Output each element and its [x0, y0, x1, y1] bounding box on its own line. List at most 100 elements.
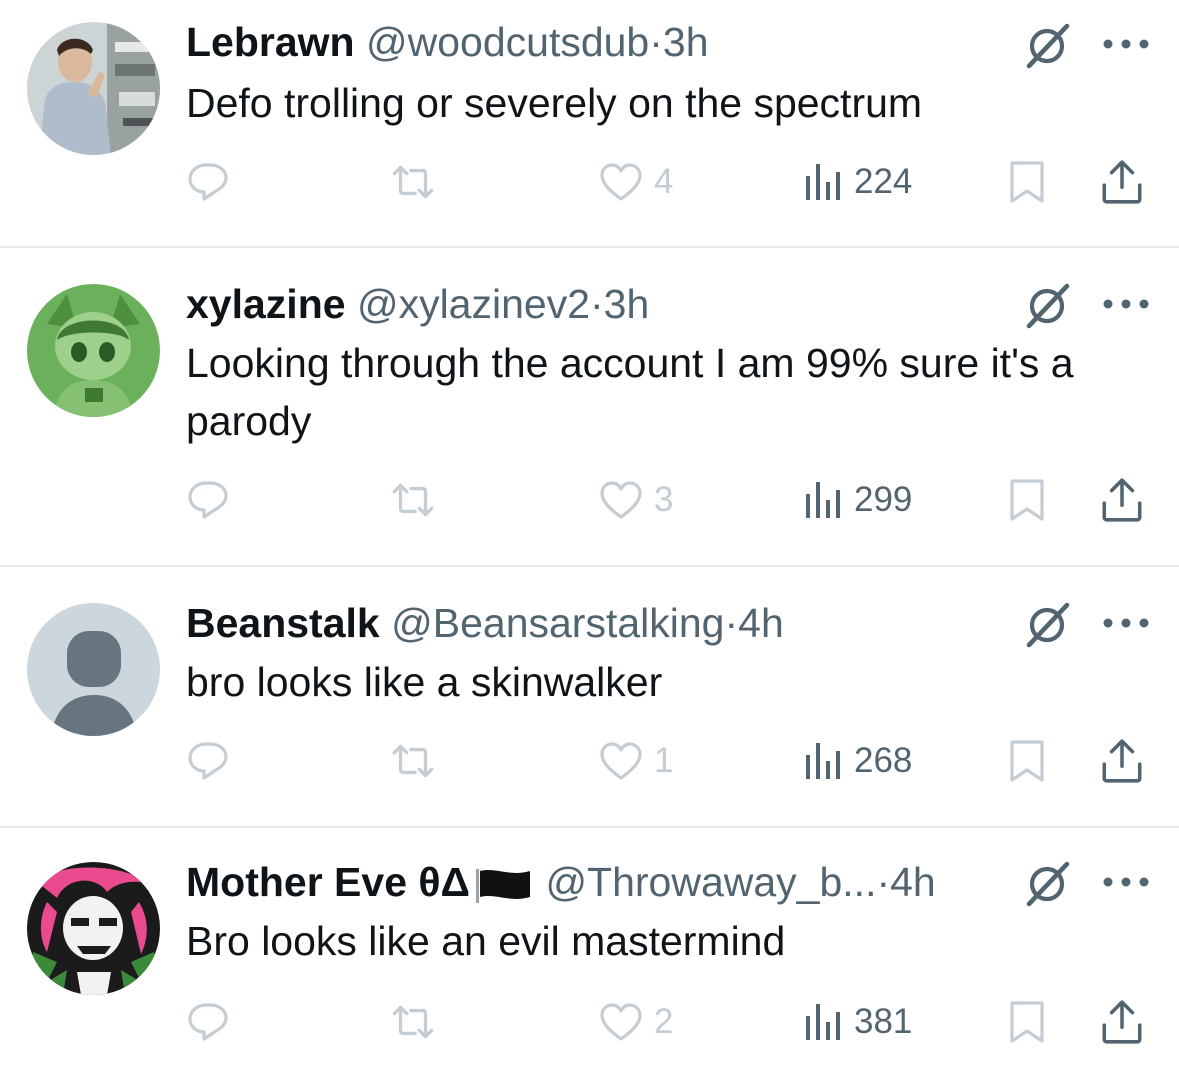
grok-icon[interactable] [1020, 280, 1076, 330]
more-icon[interactable] [1102, 613, 1150, 633]
bookmark-icon [1010, 161, 1044, 203]
retweet-icon [392, 1005, 434, 1039]
user-handle[interactable]: @Beansarstalking [391, 600, 724, 646]
tweet-text: Bro looks like an evil mastermind [186, 918, 786, 964]
tweet[interactable]: Mother Eve θΔ @Throwaway_b...·4h Bro loo… [0, 828, 1179, 1068]
tweet-header: Lebrawn @woodcutsdub·3h [186, 20, 709, 64]
timestamp[interactable]: 4h [738, 600, 784, 646]
views-chart-icon [806, 1004, 840, 1040]
retweet-button[interactable] [388, 470, 438, 530]
bookmark-button[interactable] [1006, 470, 1048, 530]
avatar[interactable] [27, 603, 160, 736]
avatar[interactable] [27, 284, 160, 417]
tweet-text: Looking through the account I am 99% sur… [186, 340, 1074, 444]
like-count: 2 [654, 1002, 674, 1041]
tweet-header: Beanstalk @Beansarstalking·4h [186, 601, 784, 645]
tweet-header: xylazine @xylazinev2·3h [186, 282, 649, 326]
heart-icon [600, 742, 642, 780]
timestamp[interactable]: 3h [604, 281, 650, 327]
views-chart-icon [806, 164, 840, 200]
views-button[interactable]: 268 [802, 731, 912, 791]
action-bar: 4 224 [186, 152, 1146, 212]
views-chart-icon [806, 743, 840, 779]
tweet[interactable]: Beanstalk @Beansarstalking·4h bro looks … [0, 567, 1179, 826]
share-icon [1102, 739, 1142, 783]
tweet-top-actions [1020, 858, 1150, 908]
tweet[interactable]: xylazine @xylazinev2·3h Looking through … [0, 248, 1179, 565]
bookmark-icon [1010, 479, 1044, 521]
grok-icon[interactable] [1020, 20, 1076, 70]
tweet-top-actions [1020, 599, 1150, 649]
heart-icon [600, 481, 642, 519]
tweet-top-actions [1020, 280, 1150, 330]
retweet-button[interactable] [388, 152, 438, 212]
separator: · [724, 600, 739, 646]
reply-icon [188, 742, 228, 780]
more-icon[interactable] [1102, 34, 1150, 54]
view-count: 381 [854, 1002, 913, 1041]
action-bar: 3 299 [186, 470, 1146, 530]
reply-icon [188, 481, 228, 519]
like-count: 3 [654, 480, 674, 519]
like-button[interactable]: 1 [598, 731, 673, 791]
retweet-icon [392, 165, 434, 199]
heart-icon [600, 1003, 642, 1041]
views-button[interactable]: 299 [802, 470, 912, 530]
bookmark-icon [1010, 1001, 1044, 1043]
reply-button[interactable] [186, 731, 232, 791]
avatar[interactable] [27, 862, 160, 995]
share-button[interactable] [1100, 992, 1144, 1052]
bookmark-icon [1010, 740, 1044, 782]
heart-icon [600, 163, 642, 201]
retweet-icon [392, 483, 434, 517]
retweet-button[interactable] [388, 731, 438, 791]
like-count: 1 [654, 741, 674, 780]
action-bar: 1 268 [186, 731, 1146, 791]
separator: · [649, 19, 663, 65]
separator: · [876, 859, 891, 905]
share-icon [1102, 478, 1142, 522]
user-handle[interactable]: @woodcutsdub [366, 19, 649, 65]
display-name[interactable]: Beanstalk [186, 600, 380, 646]
tweet-text: Defo trolling or severely on the spectru… [186, 80, 923, 126]
bookmark-button[interactable] [1006, 731, 1048, 791]
user-handle[interactable]: @Throwaway_b... [545, 859, 876, 905]
like-button[interactable]: 4 [598, 152, 673, 212]
user-handle[interactable]: @xylazinev2 [357, 281, 590, 327]
bookmark-button[interactable] [1006, 992, 1048, 1052]
reply-icon [188, 163, 228, 201]
grok-icon[interactable] [1020, 599, 1076, 649]
reply-button[interactable] [186, 992, 232, 1052]
black-flag-icon [476, 869, 531, 904]
grok-icon[interactable] [1020, 858, 1076, 908]
like-button[interactable]: 3 [598, 470, 673, 530]
retweet-button[interactable] [388, 992, 438, 1052]
reply-button[interactable] [186, 152, 232, 212]
reply-icon [188, 1003, 228, 1041]
timestamp[interactable]: 3h [663, 19, 709, 65]
more-icon[interactable] [1102, 872, 1150, 892]
share-button[interactable] [1100, 731, 1144, 791]
separator: · [590, 281, 604, 327]
views-button[interactable]: 381 [802, 992, 912, 1052]
share-button[interactable] [1100, 470, 1144, 530]
view-count: 268 [854, 741, 913, 780]
more-icon[interactable] [1102, 294, 1150, 314]
timestamp[interactable]: 4h [890, 859, 936, 905]
avatar[interactable] [27, 22, 160, 155]
share-button[interactable] [1100, 152, 1144, 212]
bookmark-button[interactable] [1006, 152, 1048, 212]
retweet-icon [392, 744, 434, 778]
tweet-text: bro looks like a skinwalker [186, 659, 663, 705]
tweet[interactable]: Lebrawn @woodcutsdub·3h Defo trolling or… [0, 0, 1179, 247]
display-name[interactable]: Mother Eve θΔ [186, 859, 470, 905]
like-count: 4 [654, 162, 674, 201]
reply-button[interactable] [186, 470, 232, 530]
like-button[interactable]: 2 [598, 992, 673, 1052]
display-name[interactable]: Lebrawn [186, 19, 355, 65]
share-icon [1102, 160, 1142, 204]
views-chart-icon [806, 482, 840, 518]
display-name[interactable]: xylazine [186, 281, 346, 327]
tweet-header: Mother Eve θΔ @Throwaway_b...·4h [186, 860, 936, 904]
views-button[interactable]: 224 [802, 152, 912, 212]
